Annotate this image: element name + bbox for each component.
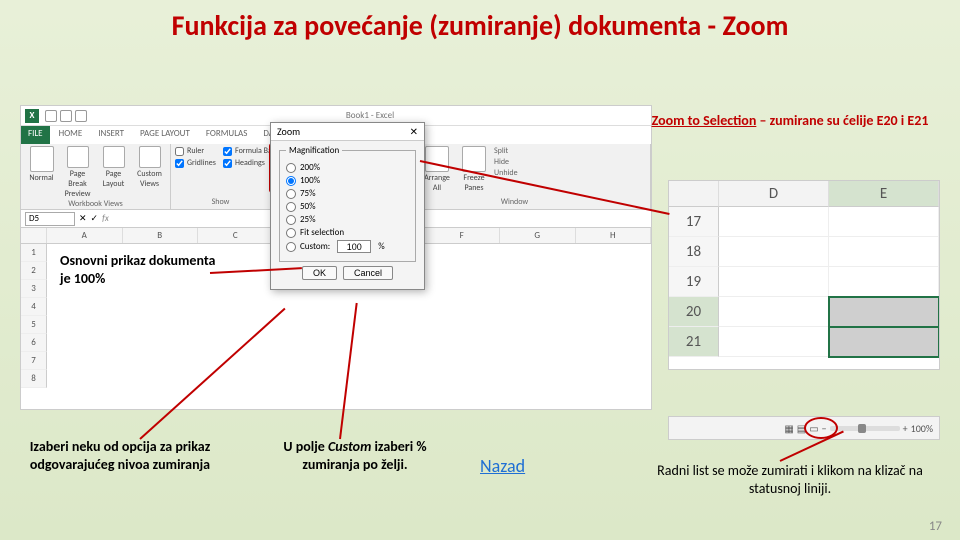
row-header[interactable]: 4 bbox=[21, 298, 47, 316]
cancel-icon[interactable]: ✕ bbox=[79, 213, 87, 224]
col-header[interactable]: H bbox=[576, 228, 652, 243]
row-header[interactable]: 8 bbox=[21, 370, 47, 388]
back-link[interactable]: Nazad bbox=[480, 455, 525, 477]
zoom-out-button[interactable]: − bbox=[822, 422, 827, 435]
cancel-button[interactable]: Cancel bbox=[343, 266, 393, 280]
radio-custom[interactable]: Custom:% bbox=[286, 240, 409, 253]
chk-formulabar[interactable]: Formula Bar bbox=[223, 146, 275, 156]
enter-icon[interactable]: ✓ bbox=[91, 213, 99, 224]
btn-unhide[interactable]: Unhide bbox=[494, 168, 518, 178]
tab-pagelayout[interactable]: PAGE LAYOUT bbox=[133, 126, 197, 144]
row-header[interactable]: 7 bbox=[21, 352, 47, 370]
radio-200[interactable]: 200% bbox=[286, 162, 409, 173]
close-icon[interactable]: ✕ bbox=[410, 125, 418, 138]
zoom-level[interactable]: 100% bbox=[911, 422, 933, 435]
ok-button[interactable]: OK bbox=[302, 266, 337, 280]
view-pagebreak-icon[interactable]: ▭ bbox=[809, 422, 818, 435]
status-bar: ▦ ▤ ▭ − + 100% bbox=[668, 416, 940, 440]
zoom-slider[interactable] bbox=[830, 426, 900, 431]
group-workbook-views: Normal Page Break Preview Page Layout Cu… bbox=[21, 144, 171, 209]
col-header[interactable]: D bbox=[719, 181, 829, 207]
radio-75[interactable]: 75% bbox=[286, 188, 409, 199]
row-header[interactable]: 6 bbox=[21, 334, 47, 352]
excel-icon: X bbox=[25, 109, 39, 123]
callout-status-slider: Radni list se može zumirati i klikom na … bbox=[640, 462, 940, 497]
row-header[interactable]: 21 bbox=[669, 327, 719, 357]
callout-pick-option: Izaberi neku od opcija za prikaz odgovar… bbox=[20, 438, 220, 473]
legend: Magnification bbox=[286, 145, 342, 156]
btn-customviews[interactable]: Custom Views bbox=[133, 146, 166, 189]
col-header[interactable]: F bbox=[425, 228, 501, 243]
excel-zoomed-cells: D E 17 18 19 20 21 bbox=[668, 180, 940, 370]
btn-split[interactable]: Split bbox=[494, 146, 518, 156]
row-header[interactable]: 3 bbox=[21, 280, 47, 298]
slide-title: Funkcija za povećanje (zumiranje) dokume… bbox=[0, 0, 960, 49]
chk-gridlines[interactable]: Gridlines bbox=[175, 158, 216, 168]
radio-fit[interactable]: Fit selection bbox=[286, 227, 409, 238]
radio-100[interactable]: 100% bbox=[286, 175, 409, 186]
btn-hide[interactable]: Hide bbox=[494, 157, 518, 167]
row-header[interactable]: 1 bbox=[21, 244, 47, 262]
select-all-corner[interactable] bbox=[21, 228, 47, 243]
tab-file[interactable]: FILE bbox=[21, 126, 50, 144]
app-title: Book1 - Excel bbox=[346, 110, 394, 121]
col-header[interactable]: C bbox=[198, 228, 274, 243]
view-pagelayout-icon[interactable]: ▤ bbox=[797, 422, 806, 435]
callout-zoom-to-selection: Zoom to Selection – zumirane su ćelije E… bbox=[650, 112, 930, 130]
cell-e20[interactable] bbox=[829, 297, 939, 327]
btn-normal[interactable]: Normal bbox=[25, 146, 58, 183]
radio-25[interactable]: 25% bbox=[286, 214, 409, 225]
row-header[interactable]: 20 bbox=[669, 297, 719, 327]
btn-freeze-panes[interactable]: Freeze Panes bbox=[457, 146, 491, 193]
tab-insert[interactable]: INSERT bbox=[91, 126, 131, 144]
col-header[interactable]: G bbox=[500, 228, 576, 243]
corner bbox=[669, 181, 719, 207]
zoom-in-button[interactable]: + bbox=[903, 422, 908, 435]
col-header[interactable]: A bbox=[47, 228, 123, 243]
callout-custom: U polje Custom izaberi % zumiranja po že… bbox=[260, 438, 450, 473]
dialog-title-bar: Zoom ✕ bbox=[271, 123, 424, 141]
cell-e21[interactable] bbox=[829, 327, 939, 357]
zoom-dialog: Zoom ✕ Magnification 200% 100% 75% 50% 2… bbox=[270, 122, 425, 290]
row-header[interactable]: 18 bbox=[669, 237, 719, 267]
magnification-group: Magnification 200% 100% 75% 50% 25% Fit … bbox=[279, 145, 416, 262]
tab-formulas[interactable]: FORMULAS bbox=[199, 126, 255, 144]
chk-ruler[interactable]: Ruler bbox=[175, 146, 204, 156]
row-header[interactable]: 19 bbox=[669, 267, 719, 297]
zoom-slider-knob[interactable] bbox=[858, 424, 866, 433]
quick-access-toolbar bbox=[45, 110, 87, 122]
custom-zoom-input[interactable] bbox=[337, 240, 371, 253]
btn-pagelayout[interactable]: Page Layout bbox=[97, 146, 130, 189]
view-normal-icon[interactable]: ▦ bbox=[784, 422, 793, 435]
col-header[interactable]: B bbox=[123, 228, 199, 243]
radio-50[interactable]: 50% bbox=[286, 201, 409, 212]
fx-icon[interactable]: fx bbox=[102, 213, 109, 224]
btn-arrange-all[interactable]: Arrange All bbox=[420, 146, 454, 193]
tab-home[interactable]: HOME bbox=[52, 126, 90, 144]
col-header[interactable]: E bbox=[829, 181, 939, 207]
page-number: 17 bbox=[929, 519, 942, 534]
row-header[interactable]: 17 bbox=[669, 207, 719, 237]
row-header[interactable]: 2 bbox=[21, 262, 47, 280]
chk-headings[interactable]: Headings bbox=[223, 158, 265, 168]
row-header[interactable]: 5 bbox=[21, 316, 47, 334]
callout-default-100: Osnovni prikaz dokumenta je 100% bbox=[60, 252, 225, 287]
name-box[interactable]: D5 bbox=[25, 212, 75, 226]
group-show: Ruler Gridlines Formula Bar Headings Sho… bbox=[171, 144, 271, 209]
btn-pagebreak[interactable]: Page Break Preview bbox=[61, 146, 94, 199]
